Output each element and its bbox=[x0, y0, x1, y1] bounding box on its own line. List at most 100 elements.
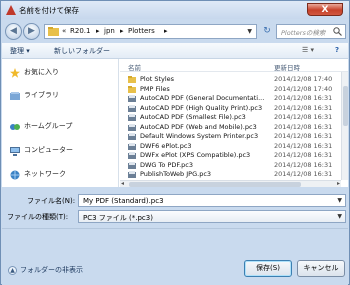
folder-icon bbox=[128, 85, 136, 93]
file-row[interactable]: AutoCAD PDF (Web and Mobile).pc3 2014/12/… bbox=[120, 123, 342, 132]
address-segment[interactable]: Plotters bbox=[128, 27, 155, 35]
chevron-down-icon[interactable]: ▼ bbox=[337, 197, 342, 204]
address-segment[interactable]: R20.1 bbox=[70, 27, 90, 35]
refresh-icon[interactable]: ↻ bbox=[260, 24, 274, 39]
title-bar: 名前を付けて保存 X bbox=[1, 1, 349, 19]
plotter-config-icon bbox=[128, 95, 136, 102]
plotter-config-icon bbox=[128, 161, 136, 169]
file-date: 2014/12/08 16:31 bbox=[274, 122, 333, 131]
file-row[interactable]: DWG To PDF.pc3 2014/12/08 16:31 bbox=[120, 161, 342, 170]
filetype-label: ファイルの種類(T): bbox=[7, 213, 69, 221]
file-name: Plot Styles bbox=[140, 75, 175, 83]
plotter-config-icon bbox=[128, 133, 136, 140]
folder-icon bbox=[48, 27, 59, 36]
folder-icon bbox=[128, 76, 136, 83]
file-date: 2014/12/08 16:31 bbox=[274, 160, 333, 169]
file-row[interactable]: AutoCAD PDF (Smallest File).pc3 2014/12/0… bbox=[120, 113, 342, 122]
filename-label: ファイル名(N): bbox=[27, 197, 76, 205]
divider bbox=[2, 228, 348, 229]
close-button[interactable]: X bbox=[307, 3, 343, 16]
forward-button[interactable]: ▶ bbox=[23, 23, 40, 40]
column-header: 名前 更新日時 bbox=[120, 59, 348, 72]
homegroup-icon bbox=[10, 124, 20, 130]
file-date: 2014/12/08 17:40 bbox=[274, 75, 333, 83]
file-row[interactable]: Default Windows System Printer.pc3 2014/1… bbox=[120, 132, 342, 141]
file-name: AutoCAD PDF (High Quality Print).pc3 bbox=[140, 103, 263, 112]
vertical-scrollbar[interactable] bbox=[341, 72, 348, 180]
search-box[interactable]: Plottersの検索 bbox=[276, 24, 346, 39]
plotter-config-icon bbox=[128, 123, 136, 131]
search-placeholder: Plottersの検索 bbox=[281, 29, 326, 37]
address-separator[interactable]: ▸ bbox=[96, 27, 100, 35]
help-icon[interactable]: ? bbox=[335, 46, 339, 54]
plotter-config-icon bbox=[128, 114, 136, 121]
filetype-value: PC3 ファイル (*.pc3) bbox=[83, 214, 153, 222]
address-bar[interactable]: « R20.1 ▸ jpn ▸ Plotters ▸ ▼ bbox=[44, 24, 257, 39]
address-separator[interactable]: ▸ bbox=[120, 27, 124, 35]
horizontal-scrollbar[interactable]: ◂ ▸ bbox=[120, 180, 341, 187]
cancel-button[interactable]: キャンセル bbox=[297, 260, 345, 277]
search-icon[interactable] bbox=[333, 27, 342, 36]
address-overflow[interactable]: « bbox=[62, 27, 66, 35]
nav-network[interactable]: ネットワーク bbox=[10, 169, 66, 181]
scroll-right-icon[interactable]: ▸ bbox=[337, 180, 340, 187]
back-button[interactable]: ◀ bbox=[5, 23, 22, 40]
filename-input[interactable]: My PDF (Standard).pc3 ▼ bbox=[78, 194, 346, 207]
command-toolbar: 整理 ▾ 新しいフォルダー ☰ ▾ ? bbox=[2, 43, 348, 59]
file-row[interactable]: DWF6 ePlot.pc3 2014/12/08 16:31 bbox=[120, 142, 342, 151]
star-icon bbox=[10, 68, 20, 78]
file-name: PublishToWeb JPG.pc3 bbox=[140, 170, 212, 178]
file-row[interactable]: PMP Files 2014/12/08 17:40 bbox=[120, 85, 342, 94]
column-date[interactable]: 更新日時 bbox=[274, 62, 300, 72]
nav-label: コンピューター bbox=[24, 146, 73, 154]
file-name: DWG To PDF.pc3 bbox=[140, 160, 193, 169]
file-date: 2014/12/08 16:31 bbox=[274, 94, 333, 102]
address-separator[interactable]: ▸ bbox=[164, 27, 168, 35]
filetype-select[interactable]: PC3 ファイル (*.pc3) ▼ bbox=[78, 210, 346, 223]
nav-favorites[interactable]: お気に入り bbox=[10, 67, 59, 79]
nav-libraries[interactable]: ライブラリ bbox=[10, 90, 59, 102]
new-folder-button[interactable]: 新しいフォルダー bbox=[54, 46, 110, 56]
navigation-pane: お気に入り ライブラリ ホームグループ コンピューター ネットワーク bbox=[2, 59, 119, 187]
file-row[interactable]: AutoCAD PDF (General Documentati... 2014/… bbox=[120, 94, 342, 103]
column-name[interactable]: 名前 bbox=[128, 62, 141, 72]
save-button[interactable]: 保存(S) bbox=[244, 260, 292, 277]
navigation-bar: ◀ ▶ « R20.1 ▸ jpn ▸ Plotters ▸ ▼ ↻ Plott… bbox=[1, 19, 349, 43]
file-row[interactable]: AutoCAD PDF (High Quality Print).pc3 2014… bbox=[120, 104, 342, 113]
file-name: Default Windows System Printer.pc3 bbox=[140, 132, 259, 140]
nav-label: ネットワーク bbox=[24, 170, 66, 178]
file-name: PMP Files bbox=[140, 84, 170, 93]
file-date: 2014/12/08 16:31 bbox=[274, 141, 333, 150]
file-date: 2014/12/08 16:31 bbox=[274, 103, 333, 112]
scroll-thumb[interactable] bbox=[343, 86, 348, 126]
organize-menu[interactable]: 整理 ▾ bbox=[10, 46, 30, 56]
file-date: 2014/12/08 16:31 bbox=[274, 113, 333, 121]
computer-icon bbox=[10, 147, 20, 156]
filename-value: My PDF (Standard).pc3 bbox=[83, 197, 164, 205]
plotter-config-icon bbox=[128, 171, 136, 178]
plotter-config-icon bbox=[128, 104, 136, 112]
scroll-left-icon[interactable]: ◂ bbox=[121, 180, 124, 187]
library-icon bbox=[10, 92, 20, 100]
hide-folders-toggle[interactable]: ▲ フォルダーの非表示 bbox=[8, 265, 83, 275]
browser-panes: お気に入り ライブラリ ホームグループ コンピューター ネットワーク 名前 更新… bbox=[2, 59, 348, 187]
nav-computer[interactable]: コンピューター bbox=[10, 145, 73, 157]
nav-label: ホームグループ bbox=[24, 122, 73, 130]
chevron-down-icon[interactable]: ▼ bbox=[247, 28, 252, 35]
file-date: 2014/12/08 16:31 bbox=[274, 151, 333, 159]
file-row[interactable]: DWFx ePlot (XPS Compatible).pc3 2014/12/0… bbox=[120, 151, 342, 160]
file-date: 2014/12/08 17:40 bbox=[274, 84, 333, 93]
file-date: 2014/12/08 16:31 bbox=[274, 132, 333, 140]
nav-label: ライブラリ bbox=[24, 91, 59, 99]
file-row[interactable]: Plot Styles 2014/12/08 17:40 bbox=[120, 75, 342, 84]
file-list: 名前 更新日時 Plot Styles 2014/12/08 17:40 PMP F… bbox=[120, 59, 348, 187]
file-row[interactable]: PublishToWeb JPG.pc3 2014/12/08 16:31 bbox=[120, 170, 342, 179]
chevron-down-icon[interactable]: ▼ bbox=[337, 213, 342, 220]
chevron-up-icon: ▲ bbox=[8, 265, 17, 275]
address-segment[interactable]: jpn bbox=[104, 27, 115, 35]
file-name: DWFx ePlot (XPS Compatible).pc3 bbox=[140, 151, 251, 159]
nav-homegroup[interactable]: ホームグループ bbox=[10, 121, 72, 133]
hide-folders-label: フォルダーの非表示 bbox=[20, 266, 83, 274]
view-options-button[interactable]: ☰ ▾ bbox=[302, 46, 314, 54]
file-name: AutoCAD PDF (Smallest File).pc3 bbox=[140, 113, 246, 121]
